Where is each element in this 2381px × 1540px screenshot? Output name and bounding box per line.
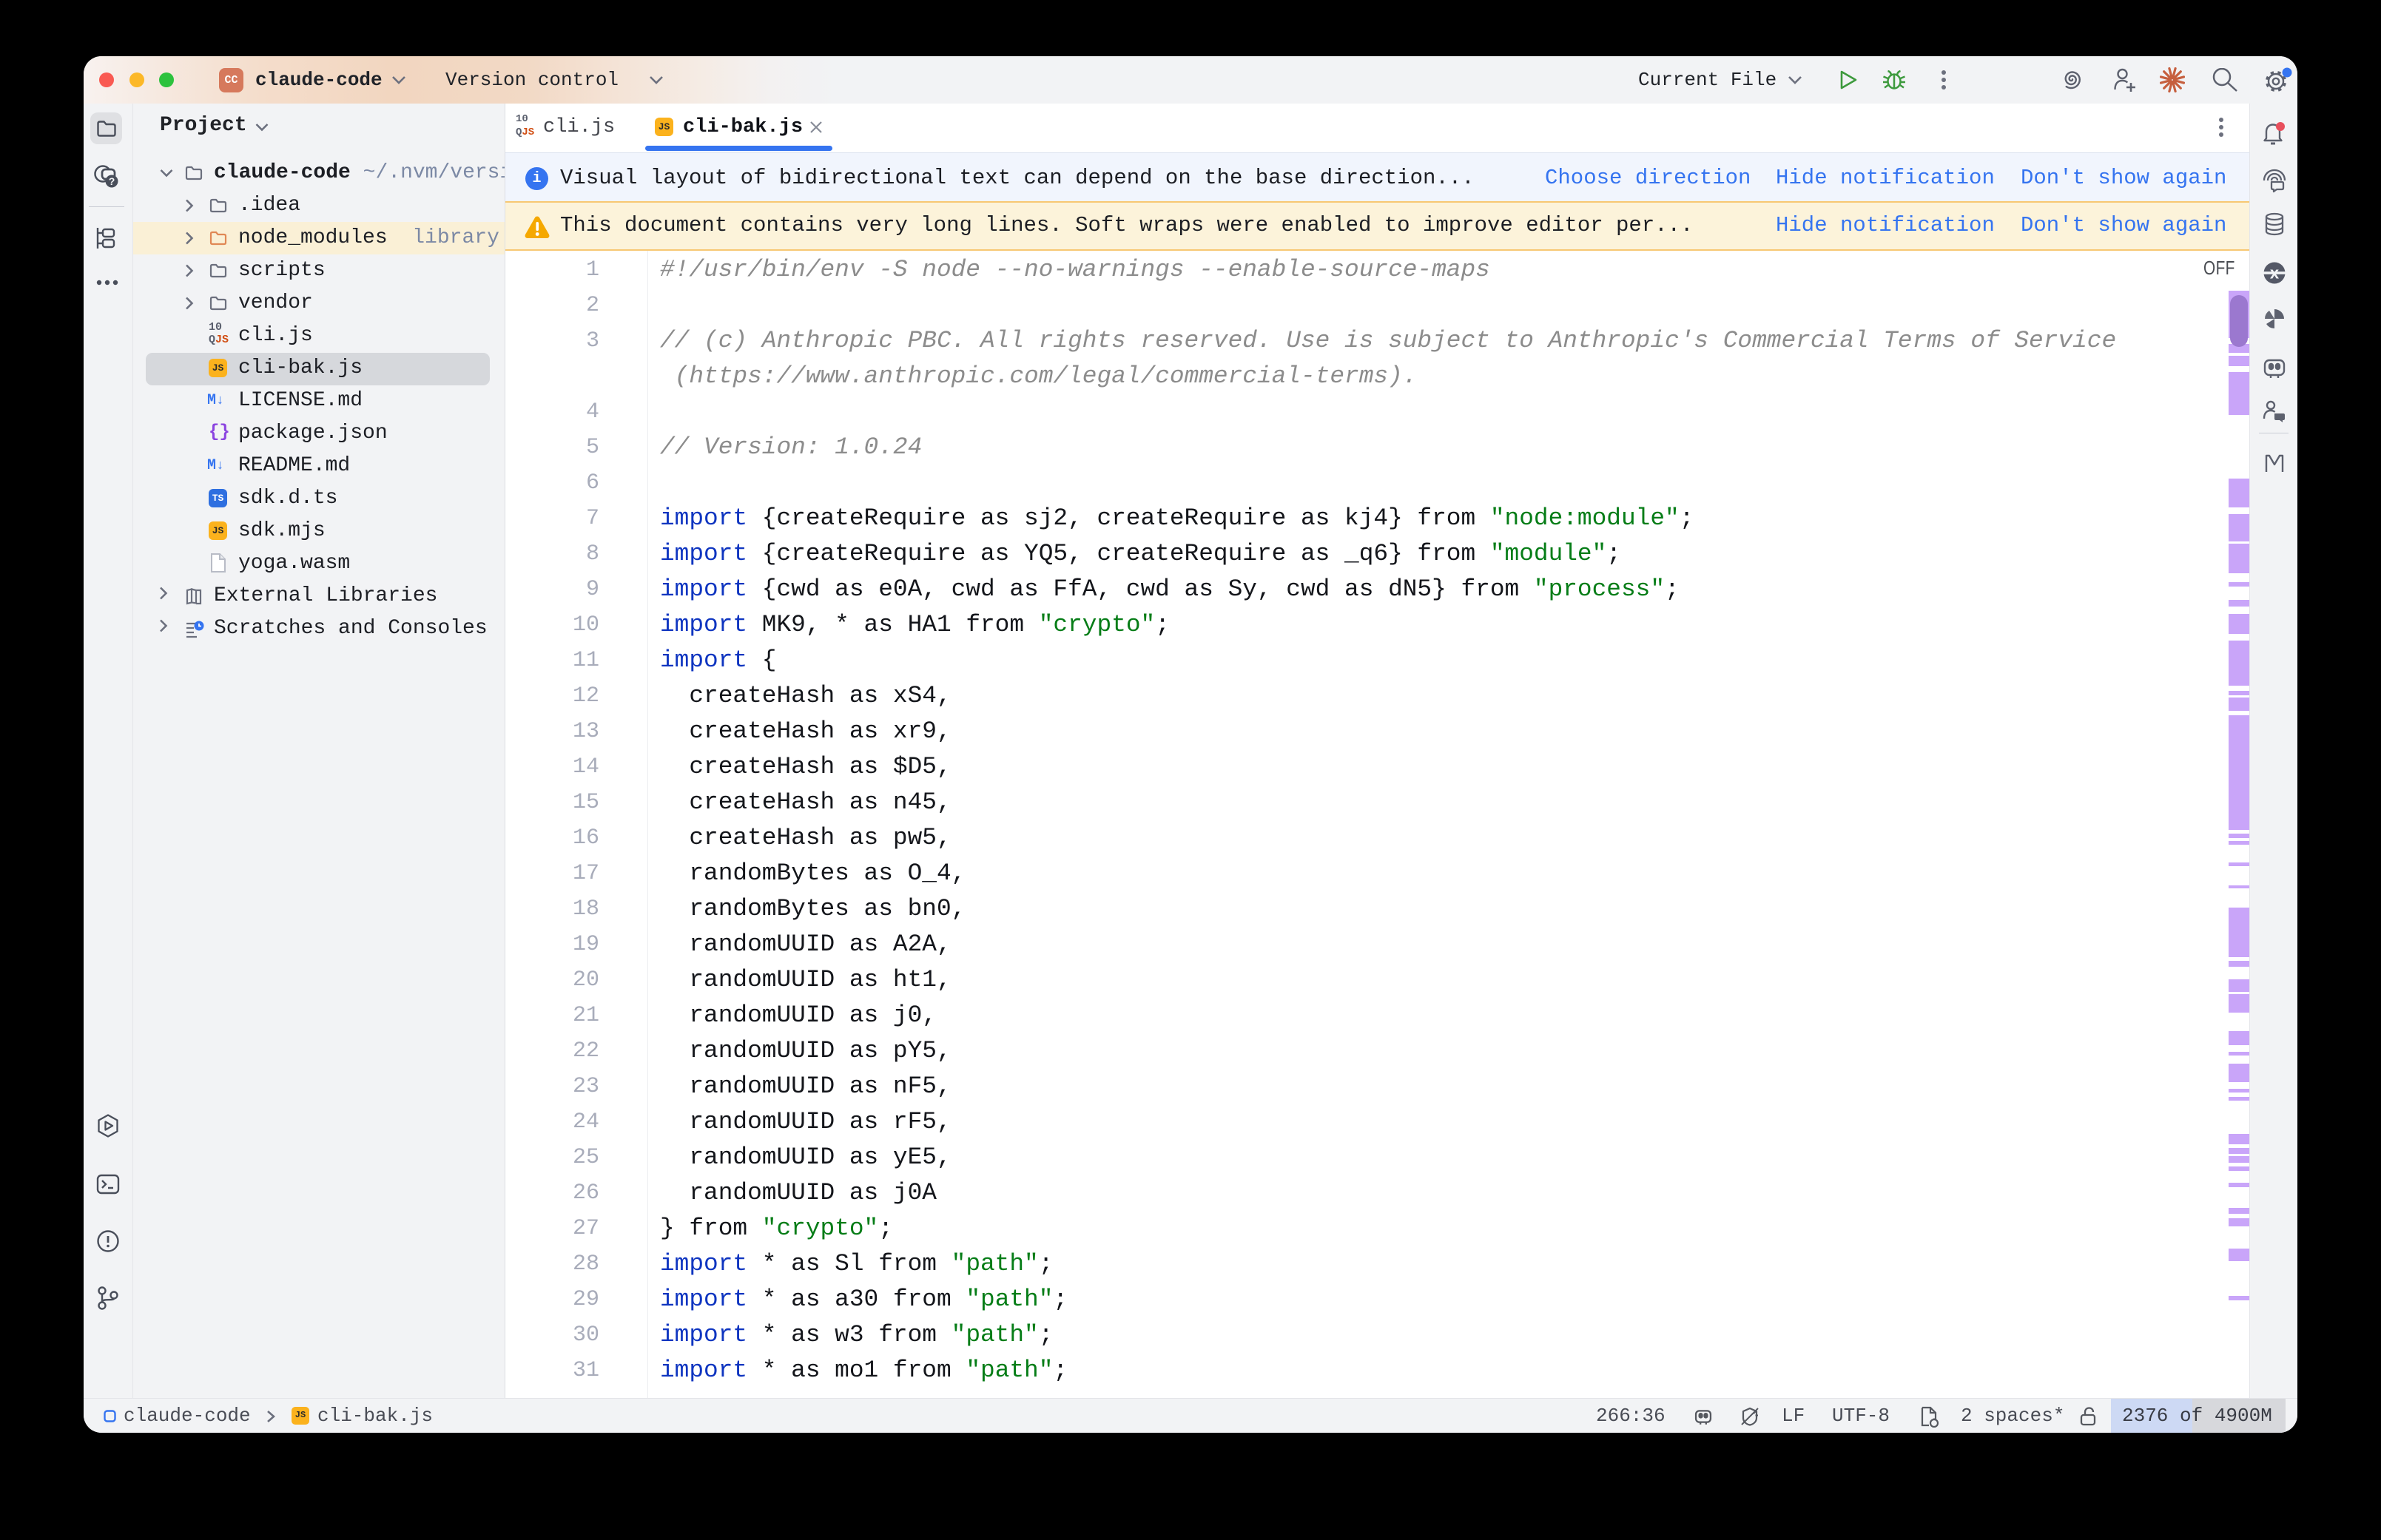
svg-text:?: ?	[109, 175, 115, 187]
svg-text:x: x	[2270, 264, 2280, 283]
